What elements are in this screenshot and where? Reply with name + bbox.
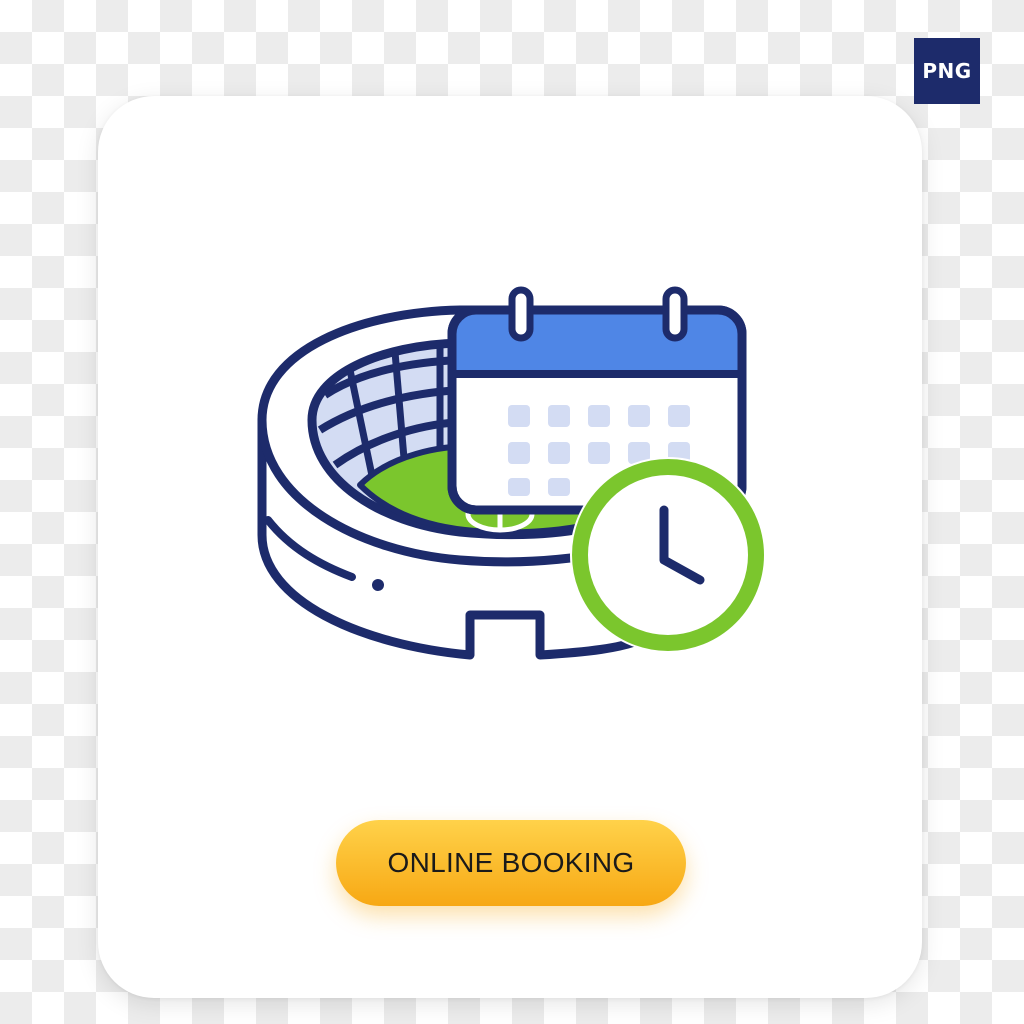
clock-icon: [570, 457, 766, 653]
online-booking-button[interactable]: ONLINE BOOKING: [336, 820, 686, 906]
